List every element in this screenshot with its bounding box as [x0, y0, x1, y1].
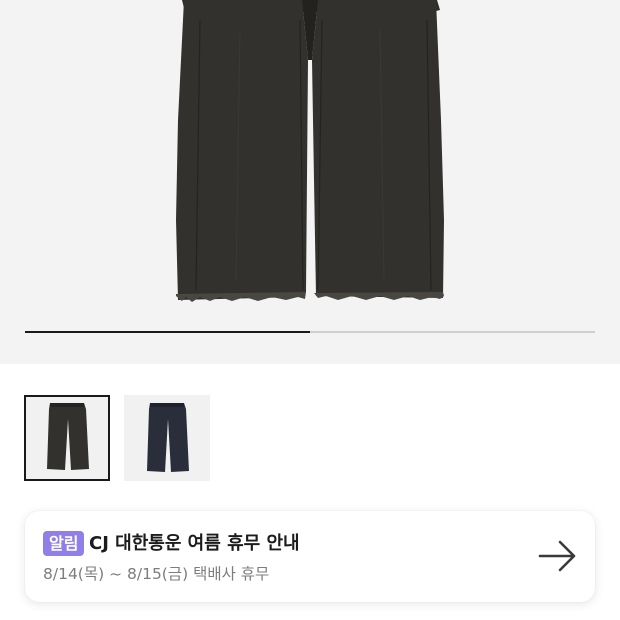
thumbnail-black-pants[interactable] [24, 395, 110, 481]
black-pants-thumbnail [47, 403, 89, 470]
gallery-progress-fill [25, 331, 310, 333]
notice-subtitle: 8/14(목) ~ 8/15(금) 택배사 휴무 [43, 565, 270, 583]
pants-product-image [176, 0, 444, 302]
navy-pants-thumbnail [147, 403, 189, 472]
arrow-right-icon[interactable] [537, 538, 579, 574]
product-image-gallery[interactable] [0, 0, 620, 364]
notice-badge: 알림 [43, 531, 85, 556]
thumbnail-navy-pants[interactable] [124, 395, 210, 481]
gallery-progress-bar [25, 331, 595, 333]
notice-title: CJ 대한통운 여름 휴무 안내 [89, 533, 300, 554]
notice-banner[interactable]: 알림 CJ 대한통운 여름 휴무 안내 8/14(목) ~ 8/15(금) 택배… [25, 511, 595, 602]
